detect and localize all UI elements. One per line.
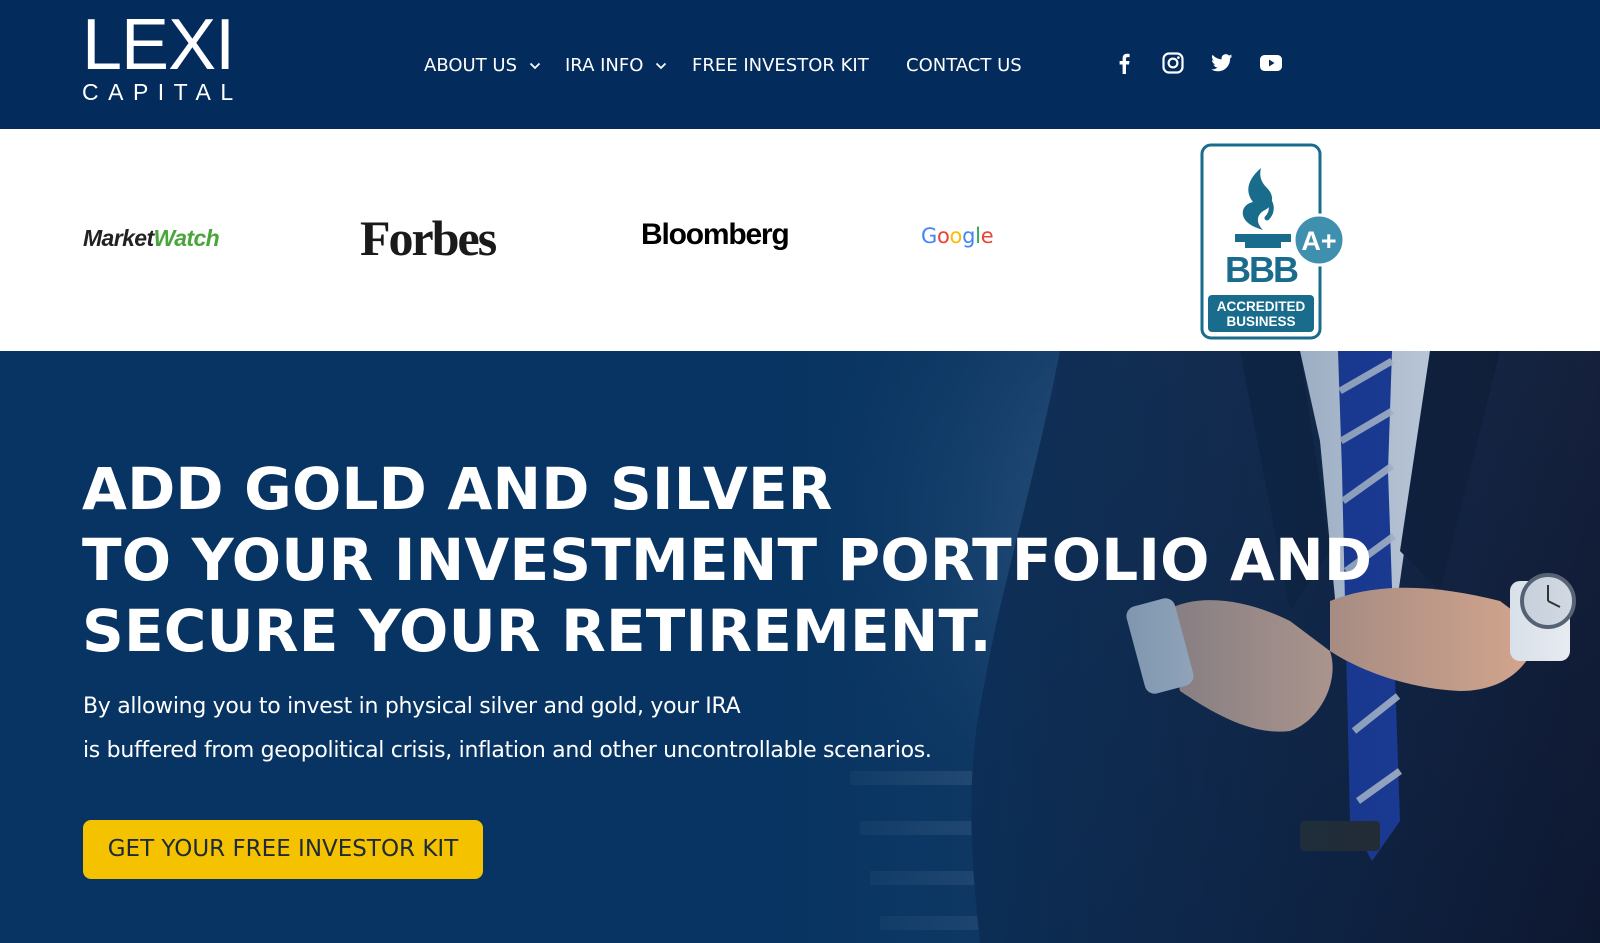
chevron-down-icon	[529, 52, 541, 80]
hero-headline-line: TO YOUR INVESTMENT PORTFOLIO AND	[82, 526, 1373, 594]
hero-description-line: is buffered from geopolitical crisis, in…	[83, 738, 932, 763]
bbb-line2: BUSINESS	[1226, 314, 1295, 329]
google-letter: o	[936, 224, 950, 248]
nav-contact-us[interactable]: CONTACT US	[906, 52, 1022, 80]
get-free-investor-kit-button[interactable]: GET YOUR FREE INVESTOR KIT	[83, 820, 483, 879]
twitter-icon[interactable]	[1209, 50, 1235, 76]
nav-ira-info-label: IRA INFO	[565, 55, 644, 76]
lexi-capital-logo[interactable]: LEXI CAPITAL	[82, 5, 244, 105]
nav-free-investor-kit-label: FREE INVESTOR KIT	[692, 55, 869, 76]
marketwatch-logo-watch: Watch	[153, 225, 220, 251]
forbes-logo: Forbes	[360, 210, 497, 266]
logo-wordmark: LEXI	[82, 5, 235, 85]
bloomberg-logo: Bloomberg	[641, 218, 790, 251]
nav-about-us[interactable]: ABOUT US	[424, 52, 541, 80]
google-letter: o	[949, 224, 963, 248]
facebook-icon[interactable]	[1111, 50, 1137, 76]
hero-description-line: By allowing you to invest in physical si…	[83, 694, 741, 719]
google-logo: Google	[921, 224, 994, 248]
marketwatch-logo: MarketWatch	[83, 225, 220, 252]
youtube-icon[interactable]	[1258, 50, 1284, 76]
google-letter: G	[921, 224, 937, 248]
google-letter: g	[962, 224, 976, 248]
google-letter: e	[980, 224, 994, 248]
nav-about-us-label: ABOUT US	[424, 55, 518, 76]
instagram-icon[interactable]	[1160, 50, 1186, 76]
bbb-grade: A+	[1301, 226, 1336, 256]
hero-headline-line: SECURE YOUR RETIREMENT.	[82, 597, 992, 665]
bbb-accredited-badge[interactable]: BBB ACCREDITED BUSINESS A+	[1199, 142, 1349, 342]
nav-contact-us-label: CONTACT US	[906, 55, 1022, 76]
hero-section: ADD GOLD AND SILVER TO YOUR INVESTMENT P…	[0, 351, 1600, 943]
bbb-line1: ACCREDITED	[1217, 299, 1306, 314]
chevron-down-icon	[655, 52, 667, 80]
logo-subtitle: CAPITAL	[82, 79, 243, 105]
press-logos-strip: MarketWatch Forbes Bloomberg Google BBB …	[0, 129, 1600, 351]
marketwatch-logo-market: Market	[83, 225, 154, 251]
site-header: LEXI CAPITAL ABOUT US IRA INFO FREE INVE…	[0, 0, 1600, 129]
hero-description: By allowing you to invest in physical si…	[83, 685, 932, 773]
hero-headline-line: ADD GOLD AND SILVER	[82, 455, 833, 523]
nav-free-investor-kit[interactable]: FREE INVESTOR KIT	[692, 52, 869, 80]
bbb-mark: BBB	[1225, 249, 1298, 290]
hero-headline: ADD GOLD AND SILVER TO YOUR INVESTMENT P…	[82, 454, 1372, 667]
nav-ira-info[interactable]: IRA INFO	[565, 52, 667, 80]
